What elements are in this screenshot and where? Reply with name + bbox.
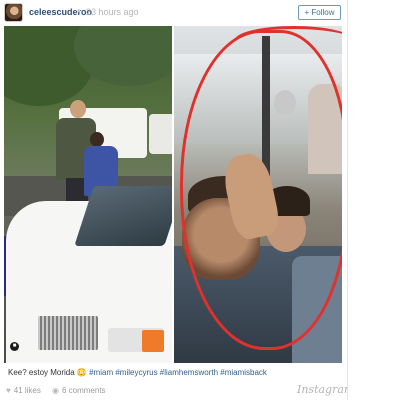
instagram-post-card: celeescuderoo • 23 hours ago + Follow ■: [0, 0, 354, 400]
instagram-logo[interactable]: Instagram: [297, 383, 354, 396]
white-truck: [149, 114, 172, 154]
likes-label: 41 likes: [13, 386, 41, 395]
instagram-badge-icon: ■: [10, 342, 19, 351]
post-caption: Kee? estoy Morida 😳 #miam #mileycyrus #l…: [8, 368, 267, 377]
girl-head: [90, 132, 104, 147]
user-avatar[interactable]: [4, 3, 23, 22]
post-footer: ♥ 41 likes ◉ 6 comments Instagram: [0, 381, 354, 400]
photo-left-panel: ■: [4, 26, 172, 363]
comments-label: 6 comments: [61, 386, 106, 395]
caption-hashtags[interactable]: #miam #mileycyrus #liamhemsworth #miamis…: [89, 368, 267, 377]
likes-count[interactable]: ♥ 41 likes: [6, 386, 41, 395]
header-separator: •: [77, 6, 81, 17]
car-grille: [38, 316, 98, 350]
post-photo[interactable]: ■: [4, 26, 342, 363]
photo-right-panel: [174, 26, 342, 363]
caption-text: Kee? estoy Morida 😳: [8, 368, 90, 377]
username-link[interactable]: celeescuderoo: [29, 7, 92, 17]
follow-button[interactable]: + Follow: [298, 5, 341, 20]
comments-count[interactable]: ◉ 6 comments: [52, 386, 106, 395]
post-timestamp[interactable]: 23 hours ago: [86, 7, 139, 17]
post-header: celeescuderoo • 23 hours ago + Follow: [0, 0, 348, 26]
car-indicator: [142, 330, 164, 352]
page-background: [348, 0, 409, 400]
red-circle-annotation: [180, 30, 342, 350]
red-arc-annotation: [234, 26, 342, 56]
comment-bubble-icon: ◉: [52, 386, 59, 395]
man-head: [70, 100, 86, 118]
heart-icon: ♥: [6, 386, 11, 395]
